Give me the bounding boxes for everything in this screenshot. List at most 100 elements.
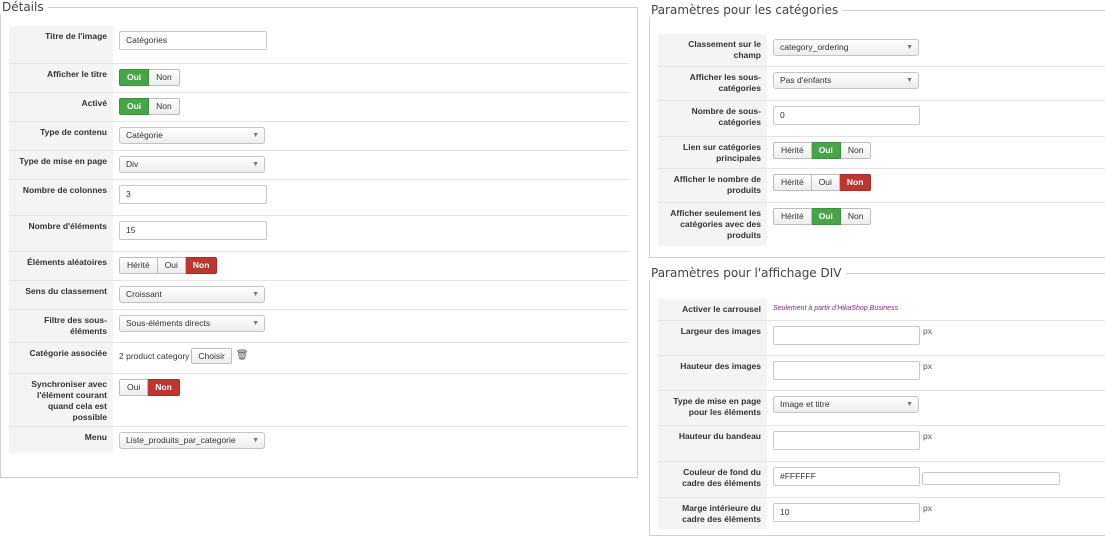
row-show-title: Afficher le titre Oui Non <box>9 63 629 92</box>
row-active: Activé Oui Non <box>9 92 629 121</box>
sub-count-label: Nombre de sous-catégories <box>658 101 767 136</box>
row-banner-height: Hauteur du bandeau px <box>658 425 1105 461</box>
category-params-panel: Paramètres pour les catégories Classemen… <box>649 3 1105 258</box>
show-title-toggle: Oui Non <box>119 69 180 86</box>
img-height-label: Hauteur des images <box>658 356 767 390</box>
img-width-input[interactable] <box>773 326 920 345</box>
menu-select[interactable]: Liste_produits_par_categorie ▼ <box>119 432 265 449</box>
active-toggle: Oui Non <box>119 98 180 115</box>
sort-field-label: Classement sur le champ <box>658 34 767 66</box>
random-yes-button[interactable]: Oui <box>157 257 186 274</box>
layout-type-select[interactable]: Div ▼ <box>119 156 265 173</box>
div-params-rows: Activer le carrousel Seulement à partir … <box>658 299 1105 529</box>
details-legend: Détails <box>2 0 44 14</box>
element-layout-label: Type de mise en page pour les éléments <box>658 391 767 425</box>
choose-button[interactable]: Choisir <box>191 348 232 364</box>
show-count-no-button[interactable]: Non <box>839 174 872 191</box>
show-sub-label: Afficher les sous-catégories <box>658 67 767 100</box>
link-main-yes-button[interactable]: Oui <box>811 142 841 159</box>
row-sort-field: Classement sur le champ category_orderin… <box>658 34 1105 66</box>
row-elements: Nombre d'éléments 15 <box>9 215 629 251</box>
active-no-button[interactable]: Non <box>149 98 180 115</box>
row-carousel: Activer le carrousel Seulement à partir … <box>658 299 1105 320</box>
row-element-layout: Type de mise en page pour les éléments I… <box>658 390 1105 425</box>
row-assoc-cat: Catégorie associée 2 product category Ch… <box>9 342 629 373</box>
banner-height-unit: px <box>923 431 932 441</box>
show-count-yes-button[interactable]: Oui <box>811 174 840 191</box>
only-with-inherit-button[interactable]: Hérité <box>773 208 812 225</box>
sync-toggle: Oui Non <box>119 379 180 396</box>
category-params-legend: Paramètres pour les catégories <box>651 3 839 17</box>
link-main-no-button[interactable]: Non <box>840 142 872 159</box>
details-rows: Titre de l'image Catégories Afficher le … <box>9 26 629 453</box>
assoc-cat-label: Catégorie associée <box>9 343 113 373</box>
sync-no-button[interactable]: Non <box>148 379 180 396</box>
row-content-type: Type de contenu Catégorie ▼ <box>9 121 629 150</box>
show-count-label: Afficher le nombre de produits <box>658 169 767 202</box>
show-sub-select[interactable]: Pas d'enfants ▼ <box>773 72 919 89</box>
row-img-width: Largeur des images px <box>658 320 1105 355</box>
img-height-input[interactable] <box>773 361 920 380</box>
random-label: Éléments aléatoires <box>9 252 113 280</box>
color-swatch[interactable] <box>922 472 1060 485</box>
show-title-no-button[interactable]: Non <box>149 69 180 86</box>
show-count-inherit-button[interactable]: Hérité <box>773 174 812 191</box>
subfilter-select[interactable]: Sous-éléments directs ▼ <box>119 315 265 332</box>
sync-label: Synchroniser avec l'élément courant quan… <box>9 374 113 426</box>
link-main-toggle: Hérité Oui Non <box>773 142 872 159</box>
padding-unit: px <box>923 503 932 513</box>
row-img-height: Hauteur des images px <box>658 355 1105 390</box>
carousel-label: Activer le carrousel <box>658 299 767 320</box>
link-main-inherit-button[interactable]: Hérité <box>773 142 812 159</box>
row-random: Éléments aléatoires Hérité Oui Non <box>9 251 629 280</box>
row-link-main: Lien sur catégories principales Hérité O… <box>658 136 1105 168</box>
chevron-down-icon: ▼ <box>252 132 259 139</box>
only-with-yes-button[interactable]: Oui <box>811 208 841 225</box>
chevron-down-icon: ▼ <box>906 77 913 84</box>
trash-icon[interactable]: 🗑 <box>236 348 249 364</box>
div-params-legend: Paramètres pour l'affichage DIV <box>651 266 842 280</box>
sub-count-input[interactable]: 0 <box>773 106 920 125</box>
chevron-down-icon: ▼ <box>252 320 259 327</box>
show-title-yes-button[interactable]: Oui <box>119 69 150 86</box>
random-no-button[interactable]: Non <box>185 257 218 274</box>
sort-field-select[interactable]: category_ordering ▼ <box>773 39 919 56</box>
random-inherit-button[interactable]: Hérité <box>119 257 158 274</box>
chevron-down-icon: ▼ <box>252 437 259 444</box>
img-width-label: Largeur des images <box>658 321 767 355</box>
carousel-note: Seulement à partir d'HikaShop Business <box>773 305 899 312</box>
category-params-rows: Classement sur le champ category_orderin… <box>658 34 1105 246</box>
chevron-down-icon: ▼ <box>252 291 259 298</box>
layout-type-label: Type de mise en page <box>9 151 113 179</box>
element-layout-select[interactable]: Image et titre ▼ <box>773 396 919 413</box>
details-panel: Détails Titre de l'image Catégories Affi… <box>0 0 638 478</box>
row-only-with: Afficher seulement les catégories avec d… <box>658 202 1105 246</box>
columns-label: Nombre de colonnes <box>9 180 113 215</box>
row-bg-color: Couleur de fond du cadre des éléments #F… <box>658 461 1105 497</box>
banner-height-label: Hauteur du bandeau <box>658 426 767 461</box>
columns-input[interactable]: 3 <box>119 185 267 204</box>
bg-color-input[interactable]: #FFFFFF <box>773 467 920 486</box>
active-yes-button[interactable]: Oui <box>119 98 150 115</box>
img-height-unit: px <box>923 361 932 371</box>
sync-yes-button[interactable]: Oui <box>119 379 149 396</box>
only-with-label: Afficher seulement les catégories avec d… <box>658 203 767 246</box>
elements-input[interactable]: 15 <box>119 221 267 240</box>
image-title-label: Titre de l'image <box>9 26 113 63</box>
elements-label: Nombre d'éléments <box>9 216 113 251</box>
chevron-down-icon: ▼ <box>252 161 259 168</box>
div-params-panel: Paramètres pour l'affichage DIV Activer … <box>649 266 1105 536</box>
chevron-down-icon: ▼ <box>906 44 913 51</box>
bg-color-label: Couleur de fond du cadre des éléments <box>658 462 767 497</box>
padding-input[interactable]: 10 <box>773 503 920 522</box>
row-sync: Synchroniser avec l'élément courant quan… <box>9 373 629 426</box>
only-with-no-button[interactable]: Non <box>840 208 872 225</box>
image-title-input[interactable]: Catégories <box>119 31 267 50</box>
row-menu: Menu Liste_produits_par_categorie ▼ <box>9 426 629 453</box>
row-order-dir: Sens du classement Croissant ▼ <box>9 280 629 309</box>
row-columns: Nombre de colonnes 3 <box>9 179 629 215</box>
row-layout-type: Type de mise en page Div ▼ <box>9 150 629 179</box>
order-dir-select[interactable]: Croissant ▼ <box>119 286 265 303</box>
content-type-select[interactable]: Catégorie ▼ <box>119 127 265 144</box>
banner-height-input[interactable] <box>773 431 920 450</box>
